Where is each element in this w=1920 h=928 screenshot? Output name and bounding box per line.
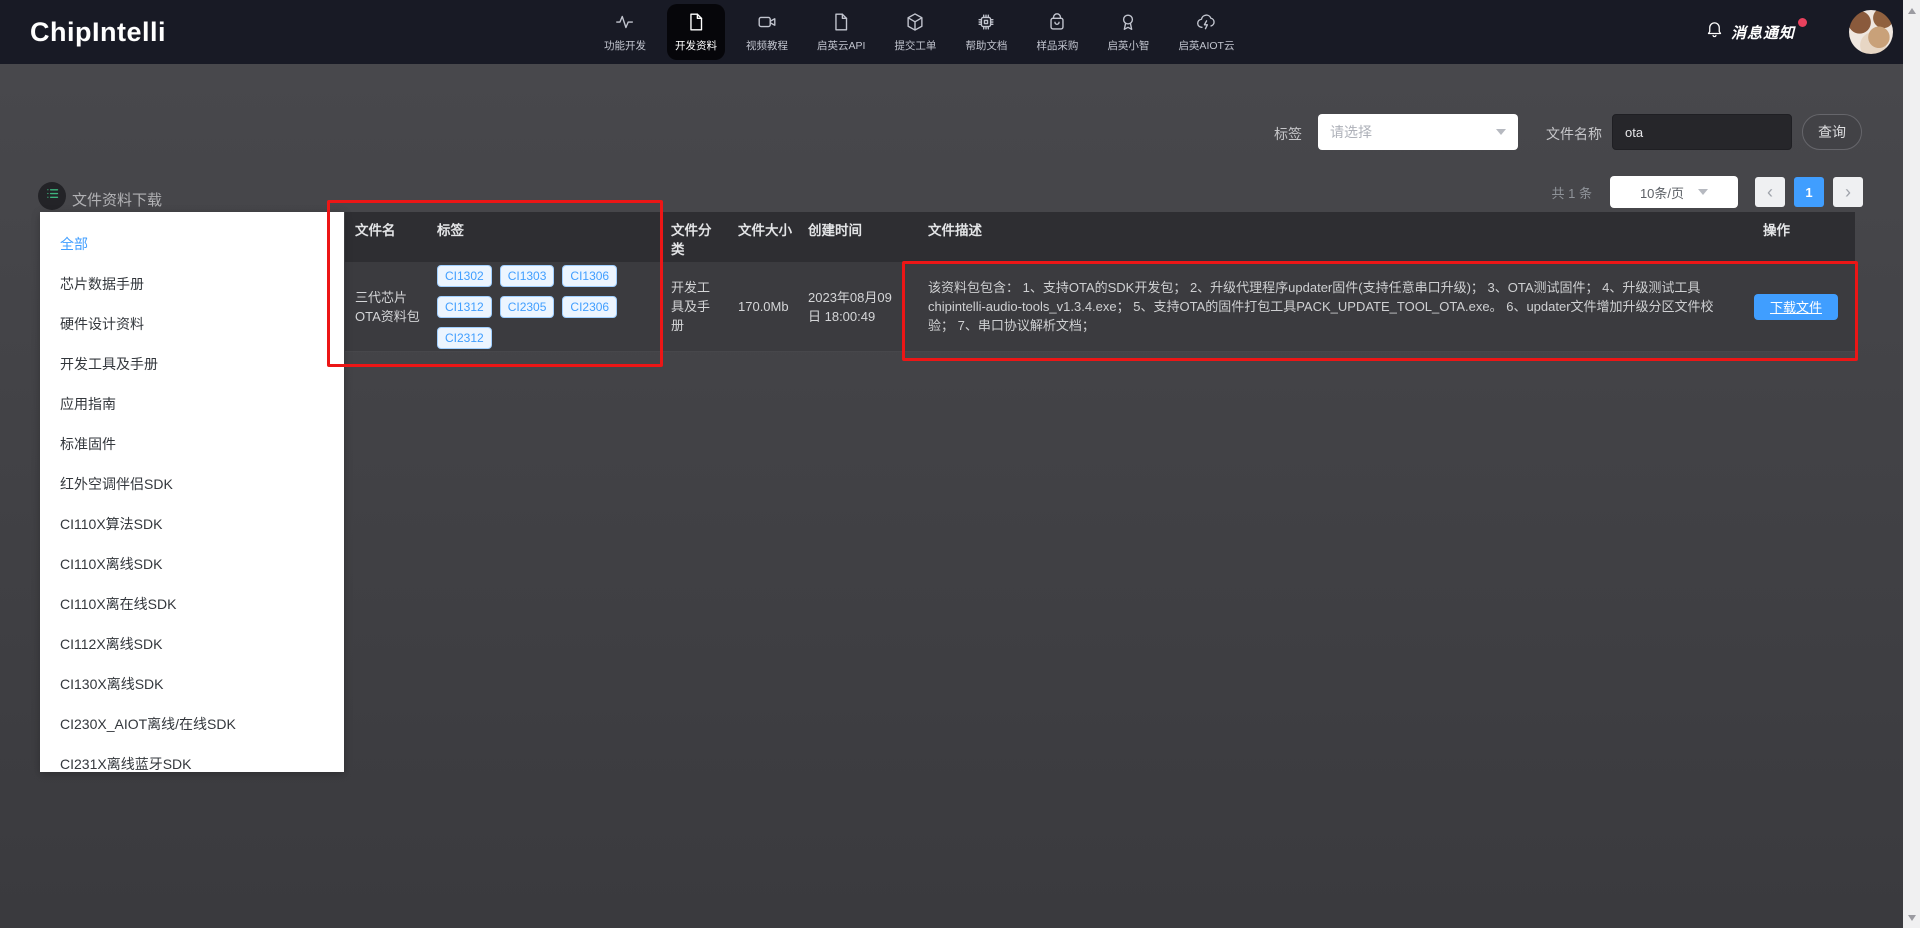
nav-item-help-docs[interactable]: 帮助文档 (957, 4, 1015, 60)
tag-pill: CI2306 (562, 296, 617, 318)
pagination-total: 共 1 条 (1552, 183, 1592, 202)
page-1-button[interactable]: 1 (1794, 177, 1824, 207)
file-download-page: ChipIntelli 功能开发 开发资料 视频教程 启英云API 提交工单 帮助文档 样品… (0, 0, 1920, 928)
pulse-icon (614, 11, 636, 33)
cell-size: 170.0Mb (738, 297, 808, 316)
notification-button[interactable]: 消息通知 (1705, 0, 1795, 64)
sidebar-item-2[interactable]: 硬件设计资料 (40, 304, 344, 344)
bell-icon (1705, 20, 1724, 44)
medal-icon (1117, 11, 1139, 33)
cube-icon (904, 11, 926, 33)
next-page-button[interactable]: › (1833, 177, 1863, 207)
tag-pill: CI1312 (437, 296, 492, 318)
nav-item-label: 启英AIOT云 (1178, 38, 1234, 53)
nav-item-qiying-aiot-cloud[interactable]: 启英AIOT云 (1170, 4, 1242, 60)
tag-pill: CI1306 (562, 265, 617, 287)
page-size-value: 10条/页 (1640, 183, 1684, 202)
list-icon (45, 186, 60, 206)
cell-created: 2023年08月09日 18:00:49 (808, 288, 928, 326)
table-header-row: 文件名 标签 文件分类 文件大小 创建时间 文件描述 操作 (345, 212, 1855, 262)
tag-filter-label: 标签 (1274, 124, 1302, 144)
nav-item-qiying-xiaozhi[interactable]: 启英小智 (1099, 4, 1157, 60)
page-size-select[interactable]: 10条/页 (1610, 176, 1738, 208)
scroll-down-icon[interactable] (1903, 909, 1920, 926)
sidebar-item-5[interactable]: 标准固件 (40, 424, 344, 464)
notification-label: 消息通知 (1731, 22, 1795, 43)
header-category: 文件分类 (671, 212, 738, 259)
nav-item-dev-docs[interactable]: 开发资料 (667, 4, 725, 60)
video-camera-icon (756, 11, 778, 33)
pagination: 共 1 条 10条/页 ‹ 1 › (1552, 176, 1863, 208)
tag-select[interactable]: 请选择 (1318, 114, 1518, 150)
nav-item-label: 启英小智 (1107, 38, 1149, 53)
chip-icon (975, 11, 997, 33)
category-menu-button[interactable] (38, 182, 66, 210)
category-sidebar: 全部芯片数据手册硬件设计资料开发工具及手册应用指南标准固件红外空调伴侣SDKCI… (40, 212, 344, 772)
chevron-down-icon (1496, 129, 1506, 135)
scroll-up-icon[interactable] (1903, 2, 1920, 19)
page-title: 文件资料下载 (72, 189, 162, 210)
nav-item-label: 功能开发 (604, 38, 646, 53)
cloud-flash-icon (1195, 11, 1217, 33)
tag-select-placeholder: 请选择 (1330, 122, 1372, 142)
nav-item-video-tutorials[interactable]: 视频教程 (738, 4, 796, 60)
nav-item-label: 样品采购 (1036, 38, 1078, 53)
sidebar-item-4[interactable]: 应用指南 (40, 384, 344, 424)
nav-item-label: 视频教程 (746, 38, 788, 53)
header-filename: 文件名 (355, 212, 437, 240)
tag-list: CI1302 CI1303 CI1306 CI1312 CI2305 CI2306 CI23… (437, 265, 657, 349)
nav-item-submit-ticket[interactable]: 提交工单 (886, 4, 944, 60)
tag-pill: CI1302 (437, 265, 492, 287)
sidebar-item-0[interactable]: 全部 (40, 224, 344, 264)
filename-filter-label: 文件名称 (1546, 124, 1602, 144)
sidebar-item-13[interactable]: CI231X离线蓝牙SDK (40, 744, 344, 784)
sidebar-item-6[interactable]: 红外空调伴侣SDK (40, 464, 344, 504)
top-navbar: ChipIntelli 功能开发 开发资料 视频教程 启英云API 提交工单 帮助文档 样品… (0, 0, 1920, 64)
cell-action: 下载文件 (1737, 294, 1855, 320)
header-created: 创建时间 (808, 212, 928, 240)
table-row: 三代芯片OTA资料包 CI1302 CI1303 CI1306 CI1312 CI230… (345, 262, 1855, 352)
header-description: 文件描述 (928, 212, 1737, 240)
notification-badge (1798, 18, 1807, 27)
filename-input[interactable] (1612, 114, 1792, 150)
sidebar-item-9[interactable]: CI110X离在线SDK (40, 584, 344, 624)
vertical-scrollbar[interactable] (1903, 0, 1920, 928)
nav-item-label: 提交工单 (894, 38, 936, 53)
nav-item-label: 开发资料 (675, 38, 717, 53)
sidebar-item-3[interactable]: 开发工具及手册 (40, 344, 344, 384)
chevron-down-icon (1698, 189, 1708, 195)
shopping-bag-icon (1046, 11, 1068, 33)
nav-item-label: 启英云API (817, 38, 865, 53)
prev-page-button[interactable]: ‹ (1755, 177, 1785, 207)
document-icon (685, 11, 707, 33)
cell-tags: CI1302 CI1303 CI1306 CI1312 CI2305 CI2306 CI23… (437, 265, 671, 349)
sidebar-item-12[interactable]: CI230X_AIOT离线/在线SDK (40, 704, 344, 744)
sidebar-item-8[interactable]: CI110X离线SDK (40, 544, 344, 584)
header-tags: 标签 (437, 212, 671, 240)
nav-item-qiying-cloud-api[interactable]: 启英云API (809, 4, 873, 60)
download-file-button[interactable]: 下载文件 (1754, 294, 1838, 320)
cell-filename: 三代芯片OTA资料包 (355, 288, 437, 326)
sidebar-item-11[interactable]: CI130X离线SDK (40, 664, 344, 704)
nav-items: 功能开发 开发资料 视频教程 启英云API 提交工单 帮助文档 样品采购 启英小智 启英AIOT… (596, 0, 1242, 64)
nav-item-label: 帮助文档 (965, 38, 1007, 53)
tag-pill: CI1303 (500, 265, 555, 287)
cell-description: 该资料包包含： 1、支持OTA的SDK开发包； 2、升级代理程序updater固… (928, 278, 1737, 335)
search-button[interactable]: 查询 (1802, 114, 1862, 150)
sidebar-list: 全部芯片数据手册硬件设计资料开发工具及手册应用指南标准固件红外空调伴侣SDKCI… (40, 212, 344, 784)
user-avatar[interactable] (1849, 10, 1893, 54)
header-action: 操作 (1737, 212, 1855, 240)
files-table: 文件名 标签 文件分类 文件大小 创建时间 文件描述 操作 三代芯片OTA资料包… (345, 212, 1855, 352)
chipintelli-logo[interactable]: ChipIntelli (30, 0, 166, 64)
header-size: 文件大小 (738, 212, 808, 240)
sidebar-item-1[interactable]: 芯片数据手册 (40, 264, 344, 304)
file-icon (830, 11, 852, 33)
tag-pill: CI2312 (437, 327, 492, 349)
tag-pill: CI2305 (500, 296, 555, 318)
cell-category: 开发工具及手册 (671, 278, 738, 335)
sidebar-item-10[interactable]: CI112X离线SDK (40, 624, 344, 664)
nav-item-function-dev[interactable]: 功能开发 (596, 4, 654, 60)
sidebar-item-7[interactable]: CI110X算法SDK (40, 504, 344, 544)
nav-item-sample-purchase[interactable]: 样品采购 (1028, 4, 1086, 60)
